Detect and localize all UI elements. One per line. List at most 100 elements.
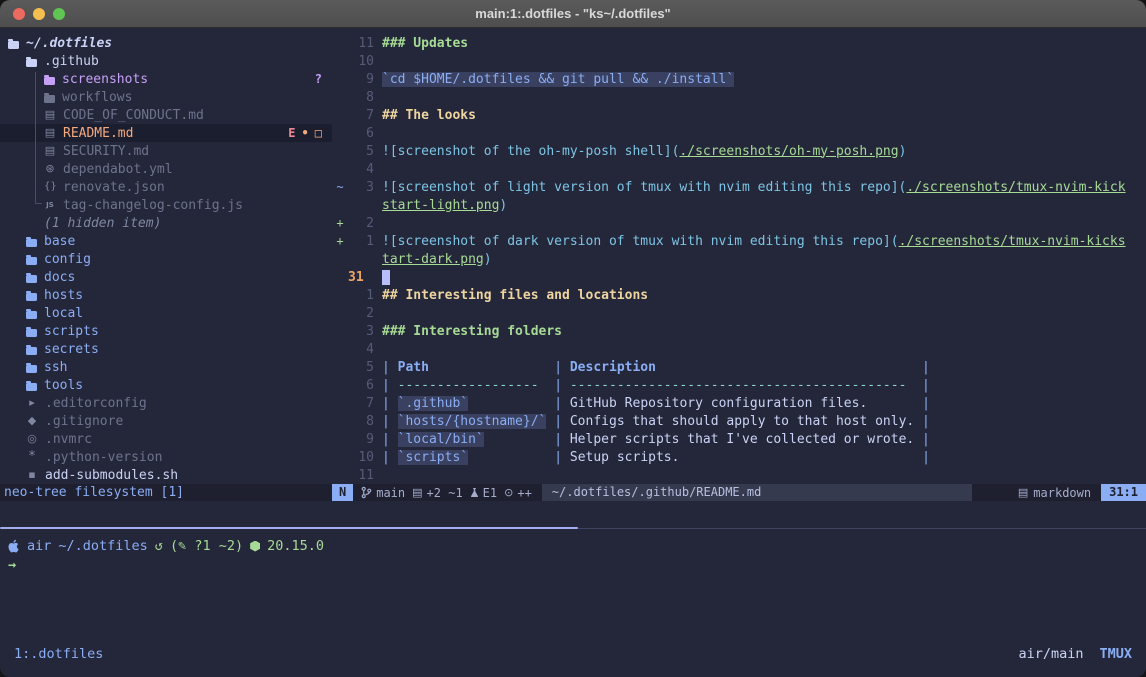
tree-item-1-hidden-item[interactable]: (1 hidden item) <box>0 214 332 232</box>
editor-line[interactable]: 3### Interesting folders <box>332 322 1146 340</box>
editor-line[interactable]: 11 <box>332 466 1146 484</box>
tree-item-python-version[interactable]: *.python-version <box>0 448 332 466</box>
folder-icon <box>26 329 37 337</box>
tree-item-label: scripts <box>44 324 99 339</box>
line-number: 6 <box>348 126 374 141</box>
line-text: | `.github` | GitHub Repository configur… <box>374 396 930 411</box>
editor-line[interactable]: 4 <box>332 340 1146 358</box>
text-segment: Helper scripts that I've collected or wr… <box>570 432 914 447</box>
markdown-link[interactable]: start-light.png <box>382 198 499 213</box>
editor-pane[interactable]: 11### Updates 109`cd $HOME/.dotfiles && g… <box>332 28 1146 484</box>
indent-guide <box>35 72 36 203</box>
tree-item-dotfiles[interactable]: ~/.dotfiles <box>0 34 332 52</box>
editor-line[interactable]: 31 <box>332 268 1146 286</box>
line-text: ## Interesting files and locations <box>374 288 648 303</box>
text-segment: ![screenshot of the oh-my-posh shell]( <box>382 144 679 159</box>
tree-item-label: screenshots <box>62 72 148 87</box>
markdown-link[interactable]: ./screenshots/tmux-nvim-kicks <box>899 234 1126 249</box>
editor-line[interactable]: 10 <box>332 52 1146 70</box>
tree-item-nvmrc[interactable]: ◎.nvmrc <box>0 430 332 448</box>
apple-icon <box>8 539 20 553</box>
tree-item-docs[interactable]: docs <box>0 268 332 286</box>
tree-item-label: SECURITY.md <box>63 144 149 159</box>
line-number: 9 <box>348 72 374 87</box>
editor-line[interactable]: 9| `local/bin` | Helper scripts that I'v… <box>332 430 1146 448</box>
tree-item-tag-changelog-config-js[interactable]: JStag-changelog-config.js <box>0 196 332 214</box>
indent-guide-corner <box>35 203 42 204</box>
editor-line[interactable]: 8| `hosts/{hostname}/` | Configs that sh… <box>332 412 1146 430</box>
tree-item-workflows[interactable]: workflows <box>0 88 332 106</box>
editor-line[interactable]: 7## The looks <box>332 106 1146 124</box>
editor-line[interactable]: 1## Interesting files and locations <box>332 286 1146 304</box>
editor-line[interactable]: 10| `scripts` | Setup scripts. | <box>332 448 1146 466</box>
line-number: 10 <box>348 54 374 69</box>
tmux-window-name[interactable]: 1:.dotfiles <box>14 646 103 662</box>
editor-line[interactable]: 2 <box>332 304 1146 322</box>
editor-line[interactable]: 6 <box>332 124 1146 142</box>
editor-line[interactable]: 4 <box>332 160 1146 178</box>
tree-item-tools[interactable]: tools <box>0 376 332 394</box>
tree-item-label: CODE_OF_CONDUCT.md <box>63 108 204 123</box>
folder-icon <box>26 257 37 265</box>
editor-line[interactable]: start-light.png) <box>332 196 1146 214</box>
folder-icon <box>26 275 37 283</box>
shell-pane[interactable]: air ~/.dotfiles ↺ (✎ ?1 ~2) 20.15.0 → <box>0 529 1146 640</box>
status-badge: ? <box>315 72 322 86</box>
record-icon: ⊙ <box>504 486 513 499</box>
tree-item-base[interactable]: base <box>0 232 332 250</box>
editor-buffer: 11### Updates 109`cd $HOME/.dotfiles && g… <box>332 34 1146 484</box>
tree-item-label: local <box>44 306 83 321</box>
braces-icon: {} <box>44 178 56 196</box>
tree-item-screenshots[interactable]: screenshots? <box>0 70 332 88</box>
line-number: 31 <box>348 270 374 285</box>
markdown-link[interactable]: ./screenshots/oh-my-posh.png <box>679 144 898 159</box>
tree-item-readme-md[interactable]: ▤README.mdE•□ <box>0 124 332 142</box>
text-segment <box>429 360 546 375</box>
line-text: ### Interesting folders <box>374 324 562 339</box>
file-md-icon: ▤ <box>44 106 56 124</box>
status-badge: E <box>288 126 295 140</box>
line-number: 6 <box>348 378 374 393</box>
square-icon: ▪ <box>26 466 38 484</box>
line-text <box>374 270 390 285</box>
tree-item-label: tools <box>44 378 83 393</box>
tree-item-github[interactable]: .github <box>0 52 332 70</box>
editor-line[interactable]: 6| ------------------ | ----------------… <box>332 376 1146 394</box>
markdown-link[interactable]: tart-dark.png <box>382 252 484 267</box>
text-segment: Description <box>570 360 656 375</box>
editor-line[interactable]: 7| `.github` | GitHub Repository configu… <box>332 394 1146 412</box>
tree-item-dependabot-yml[interactable]: ⊛dependabot.yml <box>0 160 332 178</box>
text-segment: Configs that should apply to that host o… <box>570 414 914 429</box>
tree-item-label: ssh <box>44 360 67 375</box>
line-number: 3 <box>348 180 374 195</box>
node-icon <box>250 541 260 552</box>
tree-item-secrets[interactable]: secrets <box>0 340 332 358</box>
git-refresh-icon: ↺ <box>155 538 163 554</box>
editor-line[interactable]: 5![screenshot of the oh-my-posh shell](.… <box>332 142 1146 160</box>
line-text: | `hosts/{hostname}/` | Configs that sho… <box>374 414 930 429</box>
tree-item-code-of-conduct-md[interactable]: ▤ CODE_OF_CONDUCT.md <box>0 106 332 124</box>
editor-line[interactable]: 5| Path | Description | <box>332 358 1146 376</box>
editor-line[interactable]: 8 <box>332 88 1146 106</box>
editor-line[interactable]: 11### Updates <box>332 34 1146 52</box>
tree-item-gitignore[interactable]: ◆.gitignore <box>0 412 332 430</box>
tree-item-add-submodules-sh[interactable]: ▪add-submodules.sh <box>0 466 332 484</box>
folder-icon <box>26 239 37 247</box>
tree-item-security-md[interactable]: ▤SECURITY.md <box>0 142 332 160</box>
tree-item-ssh[interactable]: ssh <box>0 358 332 376</box>
editor-line[interactable]: 9`cd $HOME/.dotfiles && git pull && ./in… <box>332 70 1146 88</box>
text-segment: | <box>546 450 569 465</box>
line-text: | Path | Description | <box>374 360 930 375</box>
tree-item-editorconfig[interactable]: ▸.editorconfig <box>0 394 332 412</box>
markdown-link[interactable]: ./screenshots/tmux-nvim-kick <box>906 180 1125 195</box>
tree-item-scripts[interactable]: scripts <box>0 322 332 340</box>
tree-item-renovate-json[interactable]: {}renovate.json <box>0 178 332 196</box>
tree-item-hosts[interactable]: hosts <box>0 286 332 304</box>
editor-line[interactable]: +1![screenshot of dark version of tmux w… <box>332 232 1146 250</box>
editor-line[interactable]: ~3![screenshot of light version of tmux … <box>332 178 1146 196</box>
command-line <box>0 501 1146 527</box>
tree-item-local[interactable]: local <box>0 304 332 322</box>
tree-item-config[interactable]: config <box>0 250 332 268</box>
editor-line[interactable]: tart-dark.png) <box>332 250 1146 268</box>
editor-line[interactable]: +2 <box>332 214 1146 232</box>
